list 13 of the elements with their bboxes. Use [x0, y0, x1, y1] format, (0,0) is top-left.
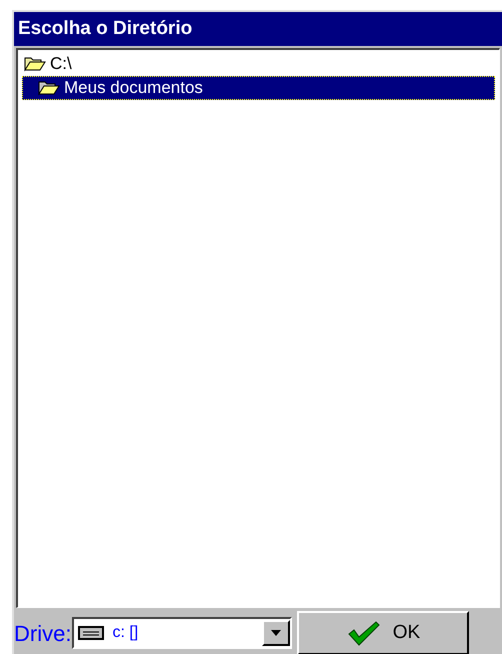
caret-icon	[271, 630, 282, 636]
ok-button[interactable]: OK	[297, 611, 470, 654]
tree-item[interactable]: C:\	[22, 52, 495, 76]
drive-label: Drive:	[14, 620, 72, 648]
drive-dropdown[interactable]: c: []	[72, 617, 292, 649]
dropdown-arrow-button[interactable]	[262, 620, 290, 646]
folder-icon	[38, 80, 60, 96]
folder-icon	[24, 56, 46, 72]
checkmark-icon	[346, 620, 381, 646]
tree-item[interactable]: Meus documentos	[22, 76, 495, 100]
drive-value: c: []	[112, 623, 140, 643]
window-title: Escolha o Diretório	[18, 16, 192, 41]
drive-icon	[78, 626, 104, 640]
